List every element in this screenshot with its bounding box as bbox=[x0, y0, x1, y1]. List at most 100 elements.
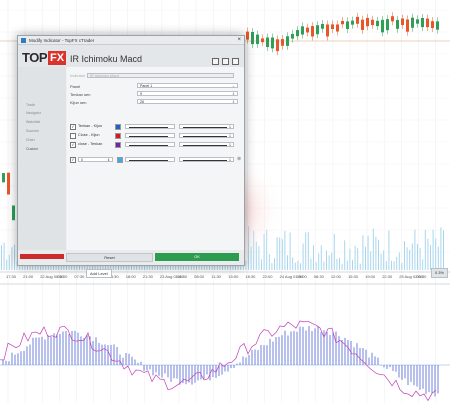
sidebar-item-chart[interactable]: Chart bbox=[26, 138, 35, 142]
reset-button[interactable]: Reset bbox=[66, 253, 153, 262]
volume-bar bbox=[427, 238, 429, 270]
chevron-down-icon: ⌄ bbox=[231, 84, 235, 88]
volume-bar bbox=[370, 251, 372, 270]
candle-body bbox=[321, 23, 324, 29]
volume-bar bbox=[419, 247, 421, 270]
candle-body bbox=[2, 173, 5, 183]
candle-body bbox=[381, 19, 384, 33]
line-checkbox[interactable]: ✓ bbox=[70, 142, 76, 148]
indicator-name-title: IR Ichimoku Macd bbox=[70, 54, 143, 64]
volume-bar bbox=[417, 243, 418, 270]
volume-bar bbox=[367, 235, 369, 270]
volume-bar bbox=[362, 235, 364, 270]
candle-body bbox=[306, 27, 309, 33]
candle-body bbox=[266, 37, 269, 48]
volume-bar bbox=[328, 255, 330, 270]
time-tick-label: 21:30 bbox=[142, 274, 153, 279]
line-checkbox[interactable] bbox=[70, 133, 76, 139]
stepper-icon[interactable]: ⇕ bbox=[232, 92, 235, 97]
load-template-icon[interactable] bbox=[222, 58, 229, 65]
menu-icon[interactable] bbox=[232, 58, 239, 65]
line-color-swatch[interactable] bbox=[115, 124, 121, 130]
candle-body bbox=[356, 16, 359, 24]
line-name: close - Tenkan bbox=[78, 142, 103, 146]
dialog-sidebar: Trade Navigator Watchlist Sources Chart … bbox=[18, 67, 66, 250]
volume-bar bbox=[302, 243, 304, 270]
level-value-input[interactable]: 0 ⇕ bbox=[78, 157, 113, 162]
volume-bar bbox=[385, 261, 387, 270]
level-style-select[interactable] bbox=[125, 157, 175, 162]
volume-bar bbox=[430, 245, 431, 270]
volume-bar bbox=[349, 248, 351, 270]
dialog-content: Indicator IR Ichimoku Macd Panel Panel 1… bbox=[67, 67, 244, 278]
level-thickness-select[interactable]: 1 bbox=[179, 157, 234, 162]
time-tick-label: 08:30 bbox=[313, 274, 324, 279]
volume-bar bbox=[432, 229, 434, 270]
volume-bar bbox=[437, 246, 439, 270]
line-color-swatch[interactable] bbox=[115, 142, 121, 148]
dialog-toolbar bbox=[212, 58, 239, 65]
line-row: Close - Kijun 1 bbox=[70, 133, 240, 139]
time-tick-label: 04:00 bbox=[57, 274, 68, 279]
volume-bar bbox=[406, 247, 408, 270]
time-tick-label: 05:30 bbox=[416, 274, 427, 279]
close-icon[interactable]: × bbox=[237, 37, 241, 43]
time-tick-label: 08:00 bbox=[194, 274, 205, 279]
volume-bar bbox=[333, 233, 335, 270]
kijun-input[interactable]: 26 ⇕ bbox=[137, 99, 238, 104]
line-style-select[interactable] bbox=[125, 133, 175, 138]
level-checkbox[interactable]: ✓ bbox=[70, 157, 76, 163]
ok-button[interactable]: OK bbox=[155, 253, 239, 261]
candle-body bbox=[311, 26, 314, 37]
dialog-titlebar[interactable]: Modify Indicator - TopFX cTrader × bbox=[18, 36, 244, 45]
candle-body bbox=[346, 21, 349, 29]
stepper-icon[interactable]: ⇕ bbox=[232, 100, 235, 105]
candle-body bbox=[301, 26, 304, 35]
level-row: ✓ 0 ⇕ 1 ⊗ bbox=[70, 156, 241, 163]
save-template-icon[interactable] bbox=[212, 58, 219, 65]
sidebar-item-navigator[interactable]: Navigator bbox=[26, 111, 41, 115]
line-style-select[interactable] bbox=[125, 142, 175, 147]
remove-level-icon[interactable]: ⊗ bbox=[237, 156, 241, 162]
panel-select[interactable]: Panel 1 ⌄ bbox=[137, 83, 238, 88]
candle-body bbox=[421, 18, 424, 28]
line-color-swatch[interactable] bbox=[115, 133, 121, 139]
candle-body bbox=[296, 30, 299, 37]
volume-bar bbox=[401, 262, 403, 270]
sidebar-item-custom[interactable]: Custom bbox=[26, 147, 38, 151]
volume-bar bbox=[3, 242, 5, 270]
line-style-select[interactable] bbox=[125, 124, 175, 129]
candle-body bbox=[336, 24, 339, 32]
add-level-button[interactable]: Add Level bbox=[86, 269, 112, 278]
dialog-footer: Reset OK bbox=[18, 250, 244, 265]
line-thickness-select[interactable]: 1 bbox=[179, 124, 234, 129]
candle-body bbox=[286, 36, 289, 46]
sidebar-item-sources[interactable]: Sources bbox=[26, 129, 39, 133]
time-tick-label: 21:00 bbox=[23, 274, 34, 279]
panel-label: Panel bbox=[70, 84, 81, 89]
candle-body bbox=[261, 38, 264, 43]
candle-body bbox=[341, 20, 344, 25]
brand-bar: TOP FX IR Ichimoku Macd bbox=[18, 45, 244, 67]
volume-bar bbox=[268, 253, 270, 270]
sidebar-item-watchlist[interactable]: Watchlist bbox=[26, 120, 40, 124]
volume-bar bbox=[422, 259, 424, 270]
time-tick-label: 18:00 bbox=[125, 274, 136, 279]
level-color-swatch[interactable] bbox=[117, 157, 123, 163]
line-thickness-select[interactable]: 1 bbox=[179, 133, 234, 138]
indicator-select: IR Ichimoku Macd bbox=[87, 73, 234, 78]
volume-bar bbox=[398, 252, 400, 270]
volume-bar bbox=[346, 260, 348, 270]
tenkan-input[interactable]: 9 ⇕ bbox=[137, 91, 238, 96]
line-thickness-select[interactable]: 1 bbox=[179, 142, 234, 147]
volume-bar bbox=[326, 250, 327, 270]
dialog-title: Modify Indicator - TopFX cTrader bbox=[29, 37, 95, 43]
sidebar-item-trade[interactable]: Trade bbox=[26, 103, 35, 107]
candle-body bbox=[366, 17, 369, 27]
kijun-label: Kijun sen bbox=[70, 100, 87, 105]
volume-bar bbox=[344, 240, 346, 270]
volume-bar bbox=[300, 263, 301, 270]
volume-bar bbox=[336, 258, 338, 270]
line-checkbox[interactable]: ✓ bbox=[70, 124, 76, 130]
candle-body bbox=[12, 205, 15, 221]
